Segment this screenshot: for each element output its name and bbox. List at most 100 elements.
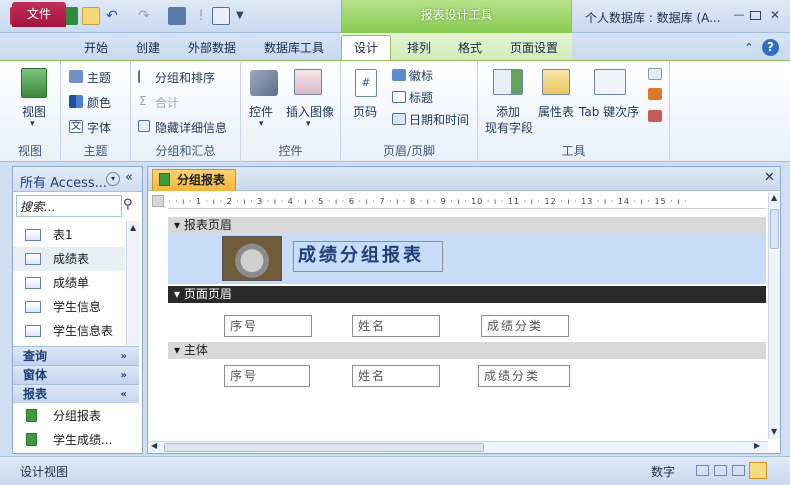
view-button[interactable]: 视图 [22,103,46,120]
detail-field[interactable]: 序号 [224,365,310,387]
print-preview-icon[interactable] [714,465,727,476]
controls-dropdown-icon[interactable]: ▾ [259,119,264,129]
document-tab[interactable]: 分组报表 [152,169,236,191]
expand-icon[interactable]: » [121,366,127,385]
section-report-header-bar[interactable]: ▾ 报表页眉 [168,217,766,234]
report-title-label[interactable]: 成绩分组报表 [293,241,443,272]
detail-field[interactable]: 姓名 [352,365,440,387]
hide-details-button[interactable]: 隐藏详细信息 [155,119,227,136]
section-arrow-icon: ▾ [174,218,184,232]
insert-image-icon [294,69,322,95]
vertical-scroll-thumb[interactable] [770,209,779,249]
nav-category-form[interactable]: 窗体 » [13,365,139,384]
scroll-up-icon[interactable]: ▲ [771,193,777,202]
close-document-icon[interactable]: ✕ [764,170,775,185]
nav-item-report[interactable]: 分组报表 [13,404,125,428]
totals-button[interactable]: 合计 [155,94,179,111]
nav-item-table[interactable]: 学生信息 [13,295,125,319]
minimize-button[interactable]: — [731,8,747,22]
horizontal-scrollbar[interactable]: ◀ ▶ [148,441,768,453]
tab-arrange[interactable]: 排列 [399,36,439,60]
title-button[interactable]: 标题 [409,89,433,106]
scroll-down-icon[interactable]: ▼ [771,427,777,436]
table-icon[interactable] [212,7,230,25]
colors-button[interactable]: 颜色 [87,94,111,111]
insert-image-button[interactable]: 插入图像 [286,103,334,120]
scroll-up-icon[interactable]: ▲ [130,223,136,232]
expand-icon[interactable]: » [121,347,127,366]
redo-icon[interactable]: ↷ [138,7,156,25]
group-tools-label: 工具 [561,144,586,158]
koala-image[interactable] [222,236,282,281]
close-button[interactable]: ✕ [767,8,783,22]
group-and-sort-button[interactable]: 分组和排序 [155,69,215,86]
theme-button[interactable]: 主题 [87,69,111,86]
customize-qat-icon[interactable]: ▼ [236,7,254,25]
nav-category-report[interactable]: 报表 « [13,384,139,403]
title-icon [392,91,406,103]
page-header-field[interactable]: 序号 [224,315,312,337]
run-icon[interactable] [168,7,186,25]
tab-order-button[interactable]: Tab 键次序 [579,103,639,120]
page-number-button[interactable]: 页码 [353,103,377,120]
help-icon[interactable]: ? [762,39,779,56]
design-view-icon[interactable] [749,462,767,479]
tab-database-tools[interactable]: 数据库工具 [255,36,333,60]
logo-button[interactable]: 徽标 [409,67,433,84]
undo-icon[interactable]: ↶ [106,7,124,25]
nav-item-table[interactable]: 成绩表 [13,247,125,271]
tab-file[interactable]: 文件 [12,2,66,27]
layout-view-icon[interactable] [732,465,745,476]
add-fields-line1[interactable]: 添加 [496,103,520,120]
page-header-field[interactable]: 成绩分类 [481,315,569,337]
nav-item-report[interactable]: 学生成绩... [13,428,125,452]
add-fields-line2[interactable]: 现有字段 [485,119,533,136]
nav-scrollbar[interactable]: ▲ [126,221,140,345]
subform-icon[interactable] [648,68,662,80]
report-selector[interactable] [152,195,164,207]
nav-item-table[interactable]: 成绩单 [13,271,125,295]
nav-item-table[interactable]: 学生信息表 [13,319,125,343]
nav-collapse-icon[interactable]: « [125,170,133,185]
nav-item-table[interactable]: 表1 [13,223,125,247]
scroll-left-icon[interactable]: ◀ [151,441,157,450]
report-view-icon[interactable] [696,465,709,476]
collapse-icon[interactable]: « [121,385,127,404]
convert-macros-icon[interactable] [648,110,662,122]
view-code-icon[interactable] [648,88,662,100]
nav-header[interactable]: 所有 Access... ▾ « [13,167,142,192]
property-sheet-button[interactable]: 属性表 [538,103,574,120]
nav-search-input[interactable]: 搜索... [16,195,122,217]
nav-category-label: 窗体 [23,368,48,382]
horizontal-scroll-thumb[interactable] [164,443,484,452]
table-icon [25,253,41,265]
section-detail-bar[interactable]: ▾ 主体 [168,342,766,359]
fonts-button[interactable]: 字体 [87,119,111,136]
vertical-scrollbar[interactable]: ▲ ▼ [768,193,780,439]
section-page-header-bar[interactable]: ▾ 页面页眉 [168,286,766,303]
status-bar: 设计视图 数字 [0,456,790,485]
collapse-ribbon-icon[interactable]: ⌃ [742,36,756,60]
page-header-field[interactable]: 姓名 [352,315,440,337]
exclamation-icon[interactable]: ! [192,7,210,25]
table-icon [25,229,41,241]
tab-page-setup[interactable]: 页面设置 [502,36,566,60]
tab-create[interactable]: 创建 [127,36,169,60]
design-view-icon[interactable] [82,7,100,25]
search-icon[interactable]: ⚲ [123,197,133,212]
nav-category-query[interactable]: 查询 » [13,346,139,365]
nav-header-title[interactable]: 所有 Access... [20,172,107,191]
tab-external-data[interactable]: 外部数据 [180,36,244,60]
controls-button[interactable]: 控件 [249,103,273,120]
tab-format[interactable]: 格式 [450,36,490,60]
group-view-label: 视图 [17,144,42,158]
tab-home[interactable]: 开始 [75,36,117,60]
scroll-right-icon[interactable]: ▶ [754,441,760,450]
view-dropdown-icon[interactable]: ▾ [30,119,35,129]
insert-image-dropdown-icon[interactable]: ▾ [306,119,311,129]
tab-design[interactable]: 设计 [341,35,391,61]
nav-menu-dropdown-icon[interactable]: ▾ [106,172,120,186]
date-time-button[interactable]: 日期和时间 [409,111,469,128]
maximize-button[interactable] [750,11,761,20]
detail-field[interactable]: 成绩分类 [478,365,570,387]
